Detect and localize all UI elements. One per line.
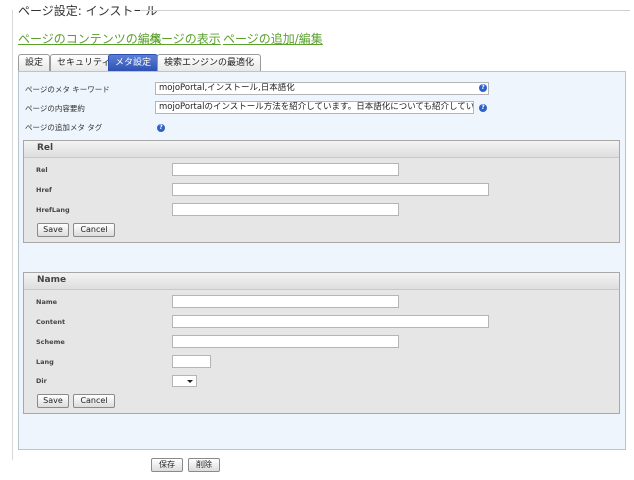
additional-meta-tags-label: ページの追加メタ タグ bbox=[25, 123, 103, 132]
tab-meta-settings[interactable]: メタ設定 bbox=[108, 54, 159, 72]
page-title: ページ設定: インストール bbox=[18, 4, 158, 18]
save-button[interactable]: Save bbox=[37, 223, 69, 237]
frame-border bbox=[12, 10, 13, 460]
link-tag-group: Rel Rel Href HrefLang Save Cancel bbox=[23, 140, 620, 243]
meta-keywords-label: ページのメタ キーワード bbox=[25, 85, 110, 94]
cancel-button[interactable]: Cancel bbox=[73, 394, 115, 408]
lang-label: Lang bbox=[36, 358, 54, 366]
name-meta-group: Name Name Content Scheme Lang Dir Save C… bbox=[23, 272, 620, 414]
link-add-edit-page[interactable]: ページの追加/編集 bbox=[223, 30, 323, 47]
href-input[interactable] bbox=[172, 183, 489, 196]
help-icon[interactable]: ? bbox=[479, 104, 487, 112]
help-icon[interactable]: ? bbox=[479, 84, 487, 92]
rel-label: Rel bbox=[36, 166, 48, 174]
link-tag-group-title: Rel bbox=[37, 143, 54, 153]
scheme-input[interactable] bbox=[172, 335, 399, 348]
lang-input[interactable] bbox=[172, 355, 211, 368]
delete-page-button[interactable]: 削除 bbox=[188, 458, 220, 472]
hreflang-label: HrefLang bbox=[36, 206, 70, 214]
link-edit-page-content[interactable]: ページのコンテンツの編集 bbox=[18, 30, 162, 47]
hreflang-input[interactable] bbox=[172, 203, 399, 216]
name-input[interactable] bbox=[172, 295, 399, 308]
title-divider bbox=[140, 10, 630, 11]
dir-label: Dir bbox=[36, 377, 47, 385]
content-input[interactable] bbox=[172, 315, 489, 328]
name-meta-group-header: Name bbox=[24, 273, 619, 290]
meta-settings-panel: ページのメタ キーワード mojoPortal,インストール,日本語化 ? ペー… bbox=[18, 71, 626, 450]
rel-input[interactable] bbox=[172, 163, 399, 176]
save-page-button[interactable]: 保存 bbox=[151, 458, 183, 472]
help-icon[interactable]: ? bbox=[157, 124, 165, 132]
tab-seo[interactable]: 検索エンジンの最適化 bbox=[157, 54, 262, 71]
link-tag-group-header: Rel bbox=[24, 141, 619, 158]
dir-select[interactable] bbox=[172, 375, 197, 387]
meta-description-label: ページの内容要約 bbox=[25, 104, 85, 113]
content-label: Content bbox=[36, 318, 66, 326]
link-view-page[interactable]: ページの表示 bbox=[149, 30, 221, 47]
save-button[interactable]: Save bbox=[37, 394, 69, 408]
tab-settings[interactable]: 設定 bbox=[18, 54, 51, 71]
cancel-button[interactable]: Cancel bbox=[73, 223, 115, 237]
name-meta-group-title: Name bbox=[37, 275, 67, 285]
name-label: Name bbox=[36, 298, 58, 306]
href-label: Href bbox=[36, 186, 52, 194]
chevron-down-icon bbox=[187, 380, 193, 383]
meta-description-input[interactable]: mojoPortalのインストール方法を紹介しています。日本語化についても紹介し… bbox=[155, 101, 474, 114]
scheme-label: Scheme bbox=[36, 338, 65, 346]
meta-keywords-input[interactable]: mojoPortal,インストール,日本語化 bbox=[155, 82, 489, 95]
